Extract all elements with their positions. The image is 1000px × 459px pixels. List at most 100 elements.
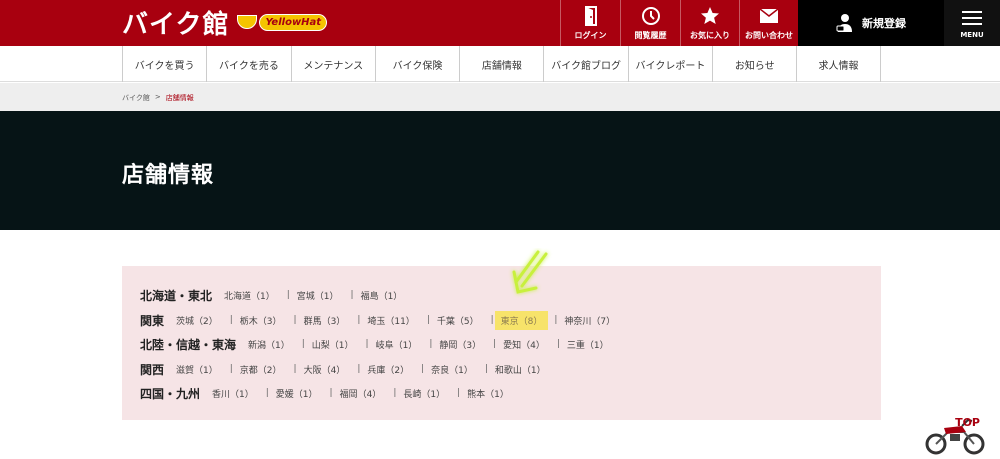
signup-button[interactable]: 新規登録 bbox=[798, 0, 944, 46]
user-add-icon bbox=[836, 13, 854, 33]
breadcrumb-current: 店舗情報 bbox=[165, 94, 194, 102]
top-label: TOP bbox=[955, 416, 980, 429]
history-clock-icon bbox=[641, 6, 661, 26]
pref-separator: | bbox=[329, 388, 333, 398]
prefecture-link[interactable]: 福岡（4） bbox=[340, 387, 382, 400]
menu-button[interactable]: MENU bbox=[944, 0, 1000, 46]
contact-button[interactable]: お問い合わせ bbox=[739, 0, 798, 46]
login-button[interactable]: ログイン bbox=[560, 0, 620, 46]
prefecture-link[interactable]: 愛媛（1） bbox=[276, 387, 318, 400]
prefecture-link[interactable]: 奈良（1） bbox=[431, 363, 473, 376]
gnav-blog[interactable]: バイク館ブログ bbox=[543, 46, 627, 82]
contact-label: お問い合わせ bbox=[745, 30, 793, 40]
region-row: 四国・九州 香川（1） | 愛媛（1） | 福岡（4） | 長崎（1） | 熊本（1） bbox=[140, 384, 509, 402]
hero-banner: 店舗情報 bbox=[0, 111, 1000, 230]
star-icon bbox=[700, 6, 720, 26]
pref-separator: | bbox=[393, 388, 397, 398]
menu-label: MENU bbox=[960, 31, 984, 39]
signup-label: 新規登録 bbox=[862, 17, 906, 30]
pref-separator: | bbox=[554, 315, 558, 325]
prefecture-link[interactable]: 兵庫（2） bbox=[367, 363, 409, 376]
region-row: 北陸・信越・東海 新潟（1） | 山梨（1） | 岐阜（1） | 静岡（3） | 愛知（4） | 三重… bbox=[140, 335, 609, 353]
site-logo[interactable]: バイク館 YellowHat bbox=[122, 5, 328, 40]
prefecture-link[interactable]: 長崎（1） bbox=[403, 387, 445, 400]
prefecture-link[interactable]: 埼玉（11） bbox=[367, 314, 414, 327]
favorites-label: お気に入り bbox=[690, 30, 730, 40]
pref-separator: | bbox=[293, 364, 297, 374]
region-name: 北陸・信越・東海 bbox=[140, 337, 237, 352]
prefecture-link[interactable]: 三重（1） bbox=[567, 338, 609, 351]
gnav-stores[interactable]: 店舗情報 bbox=[459, 46, 543, 82]
prefecture-link[interactable]: 山梨（1） bbox=[312, 338, 354, 351]
favorites-button[interactable]: お気に入り bbox=[680, 0, 739, 46]
prefecture-link[interactable]: 京都（2） bbox=[240, 363, 282, 376]
pref-separator: | bbox=[229, 315, 233, 325]
prefecture-link[interactable]: 滋賀（1） bbox=[176, 363, 218, 376]
prefecture-link[interactable]: 新潟（1） bbox=[248, 338, 290, 351]
prefecture-link[interactable]: 大阪（4） bbox=[304, 363, 346, 376]
history-label: 閲覧履歴 bbox=[634, 30, 667, 40]
pref-separator: | bbox=[350, 290, 354, 300]
gnav-sell[interactable]: バイクを売る bbox=[206, 46, 290, 82]
pref-separator: | bbox=[421, 364, 425, 374]
pref-separator: | bbox=[426, 315, 430, 325]
pref-separator: | bbox=[357, 364, 361, 374]
pref-separator: | bbox=[457, 388, 461, 398]
hamburger-icon bbox=[962, 7, 982, 29]
breadcrumb-home[interactable]: バイク館 bbox=[122, 93, 150, 103]
gnav-report[interactable]: バイクレポート bbox=[627, 46, 712, 82]
annotation-arrow-icon bbox=[512, 250, 548, 294]
pref-separator: | bbox=[490, 315, 494, 325]
gnav-maintenance[interactable]: メンテナンス bbox=[290, 46, 375, 82]
pref-separator: | bbox=[556, 339, 560, 349]
prefecture-link[interactable]: 栃木（3） bbox=[240, 314, 282, 327]
back-to-top-button[interactable]: TOP bbox=[922, 412, 992, 455]
pref-separator: | bbox=[429, 339, 433, 349]
prefecture-link[interactable]: 熊本（1） bbox=[467, 387, 509, 400]
prefecture-link[interactable]: 福島（1） bbox=[361, 289, 403, 302]
site-header: バイク館 YellowHat ログイン 閲覧履歴 お気に入り お問い合わせ 新規 bbox=[0, 0, 1000, 46]
prefecture-link[interactable]: 和歌山（1） bbox=[495, 363, 546, 376]
prefecture-link[interactable]: 神奈川（7） bbox=[564, 314, 615, 327]
login-door-icon bbox=[582, 5, 600, 26]
gnav-recruit[interactable]: 求人情報 bbox=[796, 46, 881, 82]
gnav-buy[interactable]: バイクを買う bbox=[122, 46, 206, 82]
pref-separator: | bbox=[265, 388, 269, 398]
prefecture-link[interactable]: 静岡（3） bbox=[439, 338, 481, 351]
prefecture-link[interactable]: 茨城（2） bbox=[176, 314, 218, 327]
prefecture-link[interactable]: 千葉（5） bbox=[437, 314, 479, 327]
yellowhat-smile-icon bbox=[237, 15, 258, 29]
mail-icon bbox=[759, 6, 779, 26]
yellowhat-text: YellowHat bbox=[259, 13, 328, 31]
pref-separator: | bbox=[286, 290, 290, 300]
prefecture-link[interactable]: 東京（8） bbox=[494, 310, 549, 330]
pref-separator: | bbox=[493, 339, 497, 349]
region-name: 北海道・東北 bbox=[140, 288, 213, 303]
page-title: 店舗情報 bbox=[122, 163, 215, 188]
pref-separator: | bbox=[229, 364, 233, 374]
history-button[interactable]: 閲覧履歴 bbox=[620, 0, 680, 46]
global-nav: バイクを買う バイクを売る メンテナンス バイク保険 店舗情報 バイク館ブログ … bbox=[0, 46, 1000, 82]
pref-separator: | bbox=[301, 339, 305, 349]
pref-separator: | bbox=[293, 315, 297, 325]
prefecture-link[interactable]: 北海道（1） bbox=[224, 289, 275, 302]
breadcrumb-separator: > bbox=[154, 93, 161, 101]
pref-separator: | bbox=[357, 315, 361, 325]
breadcrumb-bar: バイク館 > 店舗情報 bbox=[0, 83, 1000, 111]
gnav-insurance[interactable]: バイク保険 bbox=[374, 46, 459, 82]
prefecture-link[interactable]: 群馬（3） bbox=[304, 314, 346, 327]
region-name: 関東 bbox=[140, 313, 165, 328]
region-row: 関東 茨城（2） | 栃木（3） | 群馬（3） | 埼玉（11） | 千葉（5） | 東京（8） | 神… bbox=[140, 310, 615, 330]
pref-separator: | bbox=[484, 364, 488, 374]
prefecture-link[interactable]: 香川（1） bbox=[212, 387, 254, 400]
prefecture-link[interactable]: 岐阜（1） bbox=[376, 338, 418, 351]
pref-separator: | bbox=[365, 339, 369, 349]
prefecture-link[interactable]: 愛知（4） bbox=[503, 338, 545, 351]
breadcrumb: バイク館 > 店舗情報 bbox=[122, 93, 194, 103]
yellowhat-logo: YellowHat bbox=[237, 13, 328, 31]
login-label: ログイン bbox=[574, 30, 607, 40]
region-list: 北海道・東北 北海道（1） | 宮城（1） | 福島（1） 関東 茨城（2） | 栃木（3） | 群馬… bbox=[122, 266, 881, 420]
gnav-news[interactable]: お知らせ bbox=[712, 46, 796, 82]
prefecture-link[interactable]: 宮城（1） bbox=[297, 289, 339, 302]
region-name: 四国・九州 bbox=[140, 386, 201, 401]
